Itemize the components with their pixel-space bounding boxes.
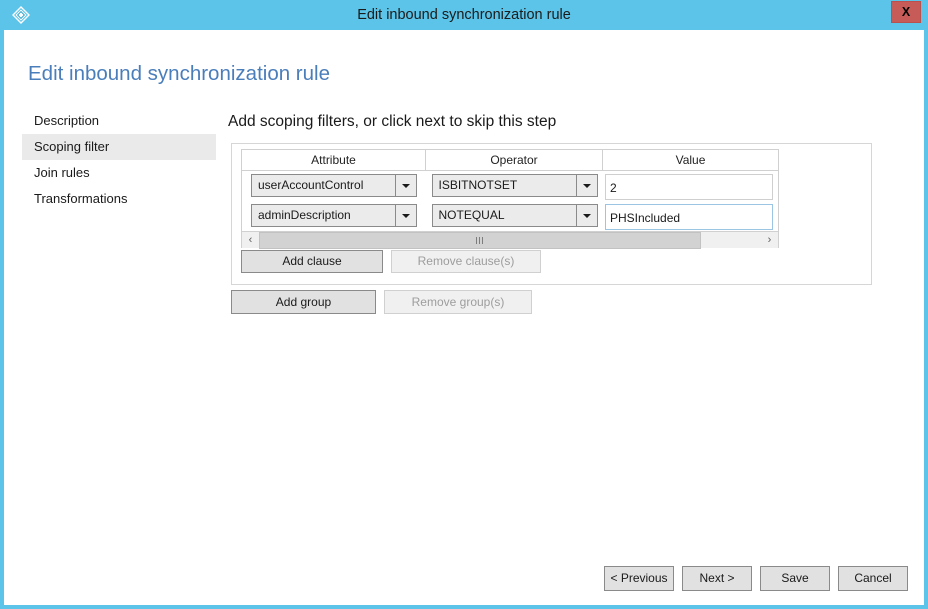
dialog-window: Edit inbound synchronization rule X Edit… xyxy=(0,0,928,609)
scroll-right-arrow-icon[interactable]: › xyxy=(761,232,778,248)
remove-group-button[interactable]: Remove group(s) xyxy=(384,290,532,314)
grip-icon xyxy=(475,237,484,244)
operator-dropdown-2-value: NOTEQUAL xyxy=(438,208,505,222)
scrollbar-track[interactable] xyxy=(259,232,761,249)
sidebar-item-transformations[interactable]: Transformations xyxy=(22,186,216,212)
operator-dropdown-1[interactable]: ISBITNOTSET xyxy=(431,174,598,197)
add-group-button[interactable]: Add group xyxy=(231,290,376,314)
clause-row: adminDescription NOTEQUAL xyxy=(242,201,778,231)
chevron-down-icon[interactable] xyxy=(395,205,416,226)
value-input-2[interactable] xyxy=(605,204,773,230)
column-header-attribute: Attribute xyxy=(242,150,426,170)
chevron-down-icon[interactable] xyxy=(575,205,597,226)
sidebar-item-join-rules[interactable]: Join rules xyxy=(22,160,216,186)
attribute-dropdown-1[interactable]: userAccountControl xyxy=(251,174,417,197)
attribute-dropdown-1-value: userAccountControl xyxy=(258,178,364,192)
value-cell xyxy=(603,204,778,230)
sidebar-item-description[interactable]: Description xyxy=(22,108,216,134)
operator-cell: ISBITNOTSET xyxy=(426,174,603,197)
value-input-1[interactable] xyxy=(605,174,773,200)
clause-row: userAccountControl ISBITNOTSET xyxy=(242,171,778,201)
chevron-down-icon[interactable] xyxy=(575,175,597,196)
remove-clause-button[interactable]: Remove clause(s) xyxy=(391,250,541,273)
attribute-cell: adminDescription xyxy=(242,204,426,227)
grid-header-row: Attribute Operator Value xyxy=(242,150,778,171)
operator-dropdown-1-value: ISBITNOTSET xyxy=(438,178,518,192)
attribute-dropdown-2[interactable]: adminDescription xyxy=(251,204,417,227)
page-title: Edit inbound synchronization rule xyxy=(28,62,330,85)
column-header-value: Value xyxy=(603,150,778,170)
footer-button-bar: < Previous Next > Save Cancel xyxy=(604,566,908,591)
value-cell xyxy=(603,174,778,200)
window-title: Edit inbound synchronization rule xyxy=(357,7,571,23)
next-button[interactable]: Next > xyxy=(682,566,752,591)
operator-dropdown-2[interactable]: NOTEQUAL xyxy=(431,204,598,227)
clause-grid: Attribute Operator Value userAccountCont… xyxy=(241,149,779,249)
scroll-left-arrow-icon[interactable]: ‹ xyxy=(242,232,259,248)
save-button[interactable]: Save xyxy=(760,566,830,591)
operator-cell: NOTEQUAL xyxy=(426,204,603,227)
scrollbar-thumb[interactable] xyxy=(259,232,701,249)
add-clause-button[interactable]: Add clause xyxy=(241,250,383,273)
previous-button[interactable]: < Previous xyxy=(604,566,674,591)
instruction-text: Add scoping filters, or click next to sk… xyxy=(228,113,557,130)
attribute-dropdown-2-value: adminDescription xyxy=(258,208,351,222)
sidebar-item-scoping-filter[interactable]: Scoping filter xyxy=(22,134,216,160)
chevron-down-icon[interactable] xyxy=(395,175,416,196)
title-bar: Edit inbound synchronization rule X xyxy=(4,0,924,30)
horizontal-scrollbar[interactable]: ‹ › xyxy=(242,231,778,249)
close-button[interactable]: X xyxy=(891,1,921,23)
attribute-cell: userAccountControl xyxy=(242,174,426,197)
sidebar-nav: Description Scoping filter Join rules Tr… xyxy=(22,108,216,212)
cancel-button[interactable]: Cancel xyxy=(838,566,908,591)
scoping-group-panel: Attribute Operator Value userAccountCont… xyxy=(231,143,872,285)
column-header-operator: Operator xyxy=(426,150,603,170)
